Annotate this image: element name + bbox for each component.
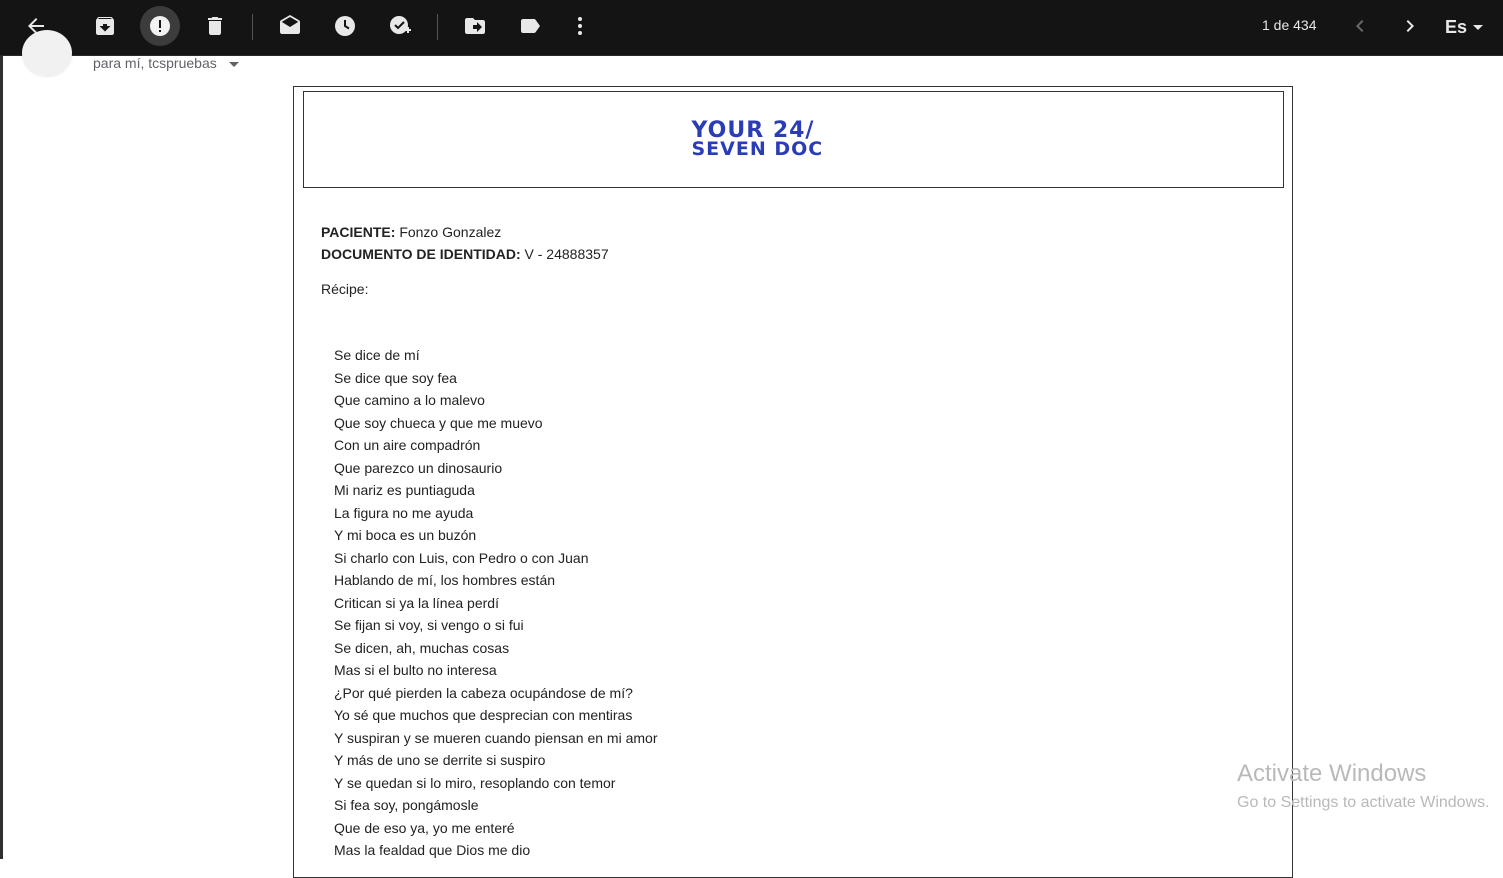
add-to-tasks-button[interactable] bbox=[380, 6, 420, 46]
watermark-subtitle: Go to Settings to activate Windows. bbox=[1237, 794, 1490, 811]
left-edge bbox=[0, 56, 3, 859]
archive-button[interactable] bbox=[85, 6, 125, 46]
poem-line: Y más de uno se derrite si suspiro bbox=[334, 752, 546, 768]
trash-icon bbox=[208, 17, 222, 35]
patient-label: PACIENTE: bbox=[321, 224, 396, 240]
poem-line: Hablando de mí, los hombres están bbox=[334, 572, 556, 588]
activate-windows-watermark: Activate Windows Go to Settings to activ… bbox=[1237, 760, 1490, 812]
language-label: Es bbox=[1444, 16, 1468, 37]
label-icon bbox=[521, 19, 540, 33]
chevron-right-icon bbox=[1406, 20, 1414, 32]
watermark-title: Activate Windows bbox=[1237, 760, 1427, 787]
mail-open-icon bbox=[280, 15, 300, 34]
move-to-button[interactable] bbox=[455, 6, 495, 46]
patient-info: PACIENTE: Fonzo Gonzalez DOCUMENTO DE ID… bbox=[321, 221, 609, 265]
poem-line: Y mi boca es un buzón bbox=[334, 527, 477, 543]
email-toolbar: 1 de 434 Es bbox=[0, 0, 1503, 56]
avatar[interactable] bbox=[22, 30, 72, 76]
poem-line: Mas si el bulto no interesa bbox=[334, 662, 497, 678]
more-vert-icon bbox=[578, 17, 582, 35]
snooze-button[interactable] bbox=[325, 6, 365, 46]
report-spam-button[interactable] bbox=[140, 6, 180, 46]
email-body: YOUR 24/ SEVEN DOC PACIENTE: Fonzo Gonza… bbox=[293, 86, 1293, 878]
more-button[interactable] bbox=[560, 6, 600, 46]
task-add-icon bbox=[390, 16, 411, 34]
recipe-label: Récipe: bbox=[321, 281, 369, 297]
poem-line: Y se quedan si lo miro, resoplando con t… bbox=[334, 774, 616, 791]
id-value: V - 24888357 bbox=[524, 246, 609, 262]
clock-icon bbox=[335, 16, 355, 36]
logo-banner: YOUR 24/ SEVEN DOC bbox=[303, 91, 1284, 188]
chevron-down-icon bbox=[1473, 24, 1484, 30]
recipe-content: Se dice de mí Se dice que soy fea Que ca… bbox=[334, 344, 657, 862]
poem-line: Mas la fealdad que Dios me dio bbox=[334, 842, 531, 858]
toolbar-divider bbox=[437, 14, 438, 40]
poem-line: Y suspiran y se mueren cuando piensan en… bbox=[334, 729, 658, 746]
poem-line: La figura no me ayuda bbox=[334, 504, 474, 521]
language-selector[interactable]: Es bbox=[1440, 13, 1488, 41]
poem-line: Que soy chueca y que me muevo bbox=[334, 414, 543, 431]
poem-line: Se dicen, ah, muchas cosas bbox=[334, 639, 510, 656]
poem-line: Si charlo con Luis, con Pedro o con Juan bbox=[334, 549, 589, 566]
newer-button[interactable] bbox=[1340, 6, 1380, 46]
poem-line: Si fea soy, pongámosle bbox=[334, 797, 479, 813]
recipients-text: para mí, tcspruebas bbox=[93, 55, 217, 71]
chevron-left-icon bbox=[1356, 20, 1364, 32]
mark-unread-button[interactable] bbox=[270, 6, 310, 46]
poem-line: Que camino a lo malevo bbox=[334, 392, 485, 408]
report-icon bbox=[150, 16, 170, 36]
poem-line: Que de eso ya, yo me enteré bbox=[334, 819, 515, 836]
patient-name: Fonzo Gonzalez bbox=[399, 224, 502, 240]
pager-count: 1 de 434 bbox=[1262, 17, 1317, 33]
poem-line: Se dice de mí bbox=[334, 347, 420, 363]
poem-line: Se fijan si voy, si vengo o si fui bbox=[334, 617, 524, 633]
logo-line-2: SEVEN DOC bbox=[691, 137, 824, 160]
poem-line: Que parezco un dinosaurio bbox=[334, 459, 503, 476]
archive-icon bbox=[96, 17, 114, 35]
chevron-down-icon bbox=[228, 61, 239, 67]
poem-line: Critican si ya la línea perdí bbox=[334, 594, 499, 611]
poem-line: Mi nariz es puntiaguda bbox=[334, 482, 475, 498]
move-to-icon bbox=[465, 18, 485, 34]
older-button[interactable] bbox=[1390, 6, 1430, 46]
toolbar-divider bbox=[252, 14, 253, 40]
delete-button[interactable] bbox=[195, 6, 235, 46]
brand-logo: YOUR 24/ SEVEN DOC bbox=[692, 118, 896, 162]
labels-button[interactable] bbox=[510, 6, 550, 46]
poem-line: Se dice que soy fea bbox=[334, 369, 457, 386]
recipients-toggle[interactable]: para mí, tcspruebas bbox=[93, 55, 239, 71]
poem-line: Yo sé que muchos que desprecian con ment… bbox=[334, 707, 633, 723]
id-label: DOCUMENTO DE IDENTIDAD: bbox=[321, 246, 521, 262]
poem-line: Con un aire compadrón bbox=[334, 437, 481, 453]
poem-line: ¿Por qué pierden la cabeza ocupándose de… bbox=[334, 684, 633, 701]
